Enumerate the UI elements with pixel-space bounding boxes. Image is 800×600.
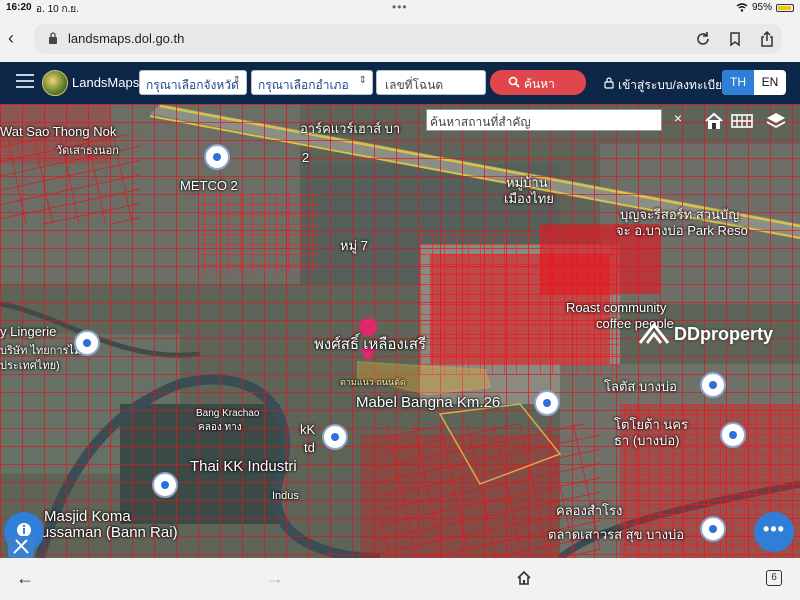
- map-label: kK: [300, 422, 316, 437]
- app-header: LandsMaps กรุณาเลือกจังหวัด ⇕ กรุณาเลือก…: [0, 62, 800, 104]
- login-label: เข้าสู่ระบบ/ลงทะเบียน: [618, 78, 731, 92]
- map-label: ตามแนว ถนนตัด: [340, 377, 406, 387]
- lang-th-button[interactable]: TH: [722, 70, 754, 95]
- status-right: 95%: [736, 2, 794, 13]
- browser-bottom-toolbar: ← → 6: [0, 558, 800, 600]
- map-label: ธา (บางบ่อ): [614, 433, 680, 448]
- map-label: คลอง ทาง: [198, 422, 242, 433]
- pencil-ruler-icon: [13, 539, 29, 554]
- nav-forward-icon[interactable]: →: [266, 568, 284, 589]
- chevron-updown-icon: ⇕: [358, 75, 367, 86]
- hamburger-menu-icon[interactable]: [16, 74, 34, 88]
- map-label: จะ อ.บางบ่อ Park Reso: [616, 223, 748, 238]
- nav-back-icon[interactable]: ←: [16, 568, 34, 589]
- multitask-dots[interactable]: •••: [392, 0, 408, 14]
- map-label: Mabel Bangna Km.26: [356, 394, 501, 411]
- lang-en-button[interactable]: EN: [754, 70, 786, 95]
- tab-count-button[interactable]: 6: [766, 570, 782, 586]
- map-label: Russaman (Bann Rai): [30, 524, 178, 541]
- browser-back-icon[interactable]: ‹: [8, 28, 14, 49]
- map-label: Indus: [272, 490, 299, 502]
- map-pin-icon[interactable]: [700, 516, 726, 542]
- search-icon: [508, 76, 520, 88]
- ddproperty-logo-icon: [638, 322, 670, 344]
- url-text: landsmaps.dol.go.th: [68, 31, 185, 46]
- search-button[interactable]: ค้นหา: [490, 70, 586, 95]
- map-label: หมู่ 7: [340, 238, 368, 253]
- map-label: td: [304, 440, 315, 455]
- browser-bar: ‹ landsmaps.dol.go.th: [0, 16, 800, 62]
- map-pin-icon[interactable]: [152, 472, 178, 498]
- home-icon[interactable]: [516, 570, 532, 586]
- map-label-owner: พงศ์สธิ์ เหลืองเสรี: [314, 336, 427, 353]
- lock-icon: [604, 77, 614, 89]
- status-bar: 16:20 อ. 10 ก.ย. ••• 95%: [0, 0, 800, 16]
- map-label: โลตัส บางบ่อ: [604, 379, 677, 394]
- dol-logo[interactable]: [42, 70, 68, 96]
- layers-icon[interactable]: [764, 110, 788, 132]
- draw-tool-button[interactable]: [8, 536, 34, 558]
- bookmark-icon[interactable]: [726, 30, 744, 48]
- lock-icon: [49, 32, 57, 44]
- ddproperty-text: DDproperty: [674, 324, 774, 344]
- share-icon[interactable]: [758, 30, 776, 48]
- map-pin-icon[interactable]: [700, 372, 726, 398]
- map-label: อาร์คแวร์เฮาส์ บา: [300, 121, 401, 136]
- home-icon[interactable]: [702, 110, 726, 132]
- map-pin-icon[interactable]: [534, 390, 560, 416]
- deed-number-input[interactable]: เลขที่โฉนด: [376, 70, 486, 95]
- map-label: 2: [302, 150, 310, 165]
- more-options-button[interactable]: •••: [754, 512, 794, 552]
- map-label: ประเทศไทย): [0, 360, 60, 372]
- language-toggle: TH EN: [722, 70, 786, 95]
- map-label: คลองสำโรง: [556, 503, 623, 518]
- map-label: Thai KK Industri: [190, 458, 297, 475]
- grid-icon[interactable]: [730, 110, 754, 132]
- map-label: วัดเสาธงนอก: [56, 145, 119, 157]
- ddproperty-watermark: DDproperty: [638, 322, 774, 345]
- map-canvas[interactable]: ค้นหาสถานที่สำคัญ × Wat Sao Thong Nok วั…: [0, 104, 800, 558]
- close-icon[interactable]: ×: [670, 110, 686, 126]
- map-pin-icon[interactable]: [322, 424, 348, 450]
- map-label: เมืองไทย: [504, 191, 554, 206]
- status-date: อ. 10 ก.ย.: [36, 4, 79, 15]
- province-select-value: กรุณาเลือกจังหวัด: [146, 78, 239, 92]
- login-link[interactable]: เข้าสู่ระบบ/ลงทะเบียน: [604, 76, 731, 95]
- reload-icon[interactable]: [694, 30, 712, 48]
- province-select[interactable]: กรุณาเลือกจังหวัด ⇕: [139, 70, 247, 95]
- address-bar[interactable]: landsmaps.dol.go.th: [34, 24, 782, 54]
- district-select-value: กรุณาเลือกอำเภอ: [258, 78, 349, 92]
- app-name: LandsMaps: [72, 75, 140, 90]
- map-label: Wat Sao Thong Nok: [0, 124, 117, 139]
- map-label: METCO 2: [180, 178, 238, 193]
- status-time: 16:20: [6, 2, 32, 13]
- battery-icon: [776, 3, 794, 12]
- search-button-label: ค้นหา: [524, 77, 555, 91]
- map-pin-icon[interactable]: [720, 422, 746, 448]
- wifi-icon: [736, 3, 748, 12]
- map-label: Roast community: [566, 300, 667, 315]
- place-search-input[interactable]: ค้นหาสถานที่สำคัญ: [426, 109, 662, 131]
- district-select[interactable]: กรุณาเลือกอำเภอ ⇕: [251, 70, 373, 95]
- map-label: Masjid Koma: [44, 508, 131, 525]
- battery-percent: 95%: [751, 2, 772, 13]
- chevron-updown-icon: ⇕: [232, 75, 241, 86]
- map-pin-icon[interactable]: [204, 144, 230, 170]
- map-label: Bang Krachao: [196, 408, 260, 419]
- map-pin-icon[interactable]: [74, 330, 100, 356]
- map-label: y Lingerie: [0, 324, 57, 339]
- map-label: ตลาดเสาวรส สุข บางบ่อ: [548, 527, 685, 542]
